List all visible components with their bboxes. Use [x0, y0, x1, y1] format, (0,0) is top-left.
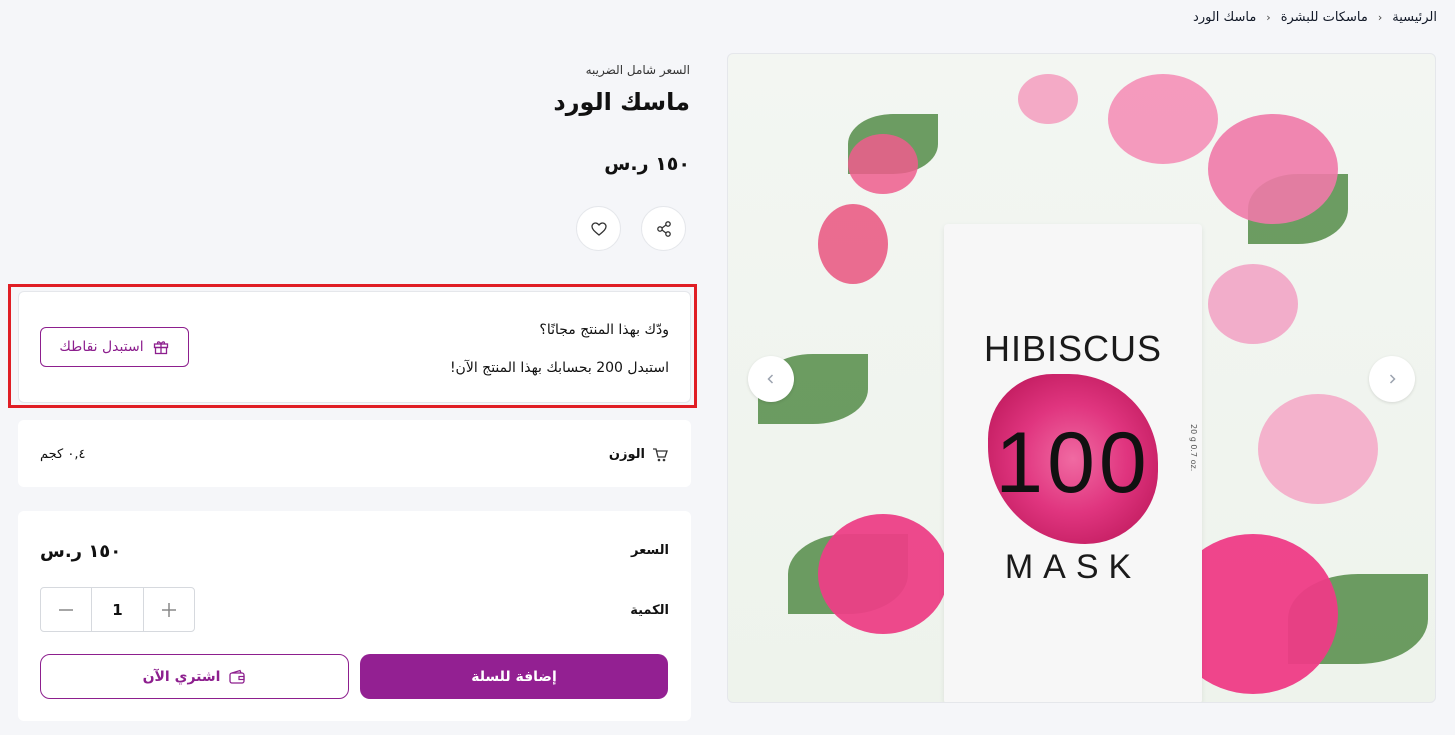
product-gallery: HIBISCUS 100 MASK 20 g 0.7 oz. — [727, 53, 1436, 703]
gallery-next-button[interactable] — [1369, 356, 1415, 402]
image-side-text: 20 g 0.7 oz. — [1189, 424, 1198, 472]
weight-icon — [653, 448, 668, 462]
price-label: السعر — [631, 543, 669, 558]
quantity-label: الكمية — [630, 603, 669, 618]
product-title: ماسك الورد — [553, 88, 690, 116]
add-to-cart-button[interactable]: إضافة للسلة — [360, 654, 668, 699]
weight-value: ٠,٤ كجم — [40, 447, 86, 462]
quantity-value[interactable]: 1 — [91, 588, 144, 631]
wishlist-button[interactable] — [576, 206, 621, 251]
decrease-quantity-button[interactable] — [41, 588, 91, 631]
chevron-left-icon — [767, 374, 774, 384]
weight-label-wrap: الوزن — [609, 445, 669, 463]
redeem-description: استبدل 200 بحسابك بهذا المنتج الآن! — [449, 360, 669, 376]
product-image: HIBISCUS 100 MASK 20 g 0.7 oz. — [944, 224, 1202, 702]
tax-note: السعر شامل الضريبه — [585, 63, 690, 77]
breadcrumb-current: ماسك الورد — [1193, 10, 1257, 25]
chevron-icon: › — [1377, 11, 1383, 24]
redeem-button-label: استبدل نقاطك — [59, 339, 144, 355]
weight-card: الوزن ٠,٤ كجم — [18, 420, 691, 487]
redeem-question: ودّك بهذا المنتج مجانًا؟ — [539, 322, 669, 338]
minus-icon — [59, 608, 73, 611]
purchase-card: السعر ١٥٠ ر.س الكمية 1 إضافة للسلة اشتري… — [18, 511, 691, 721]
breadcrumb-home[interactable]: الرئيسية — [1392, 10, 1437, 25]
redeem-points-button[interactable]: استبدل نقاطك — [40, 327, 189, 367]
wallet-icon — [229, 669, 246, 684]
plus-icon — [162, 602, 176, 617]
breadcrumb: الرئيسية › ماسكات للبشرة › ماسك الورد — [1193, 10, 1437, 25]
buy-now-button[interactable]: اشتري الآن — [40, 654, 349, 699]
image-type-text: MASK — [1004, 548, 1142, 586]
price-value: ١٥٠ ر.س — [40, 541, 122, 562]
weight-label: الوزن — [608, 446, 645, 462]
chevron-icon: › — [1266, 11, 1271, 24]
quantity-stepper: 1 — [40, 587, 195, 632]
gallery-prev-button[interactable] — [748, 356, 794, 402]
chevron-right-icon — [1389, 374, 1396, 384]
increase-quantity-button[interactable] — [144, 588, 194, 631]
image-number-text: 100 — [995, 415, 1151, 511]
heart-icon — [590, 221, 607, 236]
product-price: ١٥٠ ر.س — [604, 153, 690, 175]
image-brand-text: HIBISCUS — [983, 328, 1163, 369]
share-button[interactable] — [641, 206, 686, 251]
breadcrumb-category[interactable]: ماسكات للبشرة — [1281, 10, 1368, 25]
share-icon — [656, 220, 671, 237]
buy-now-label: اشتري الآن — [142, 668, 221, 685]
redeem-card: ودّك بهذا المنتج مجانًا؟ استبدل 200 بحسا… — [18, 291, 691, 403]
gift-icon — [153, 341, 168, 355]
